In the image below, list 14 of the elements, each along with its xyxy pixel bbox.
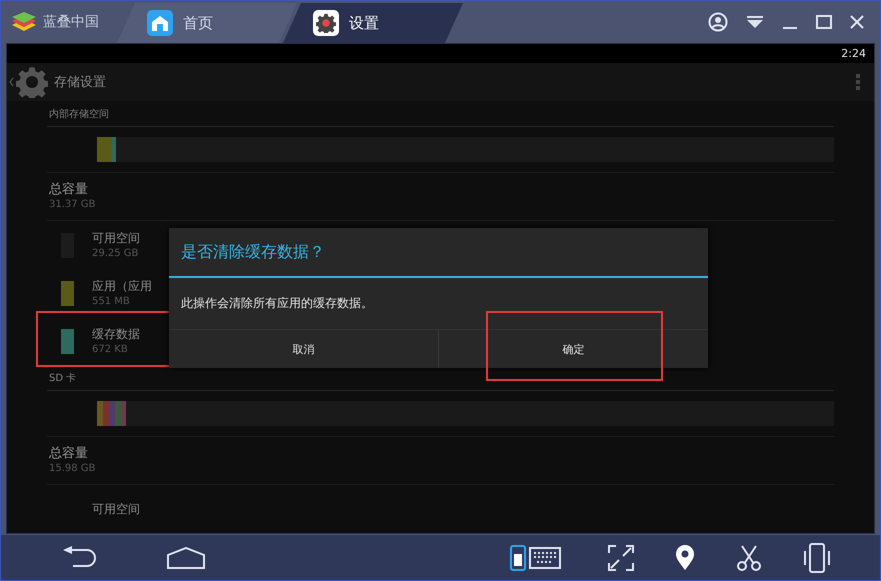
clock: 2:24: [841, 47, 866, 60]
dialog-title: 是否清除缓存数据？: [181, 242, 325, 262]
total-label: 总容量: [49, 181, 89, 198]
section-header: SD 卡: [49, 372, 76, 384]
storage-item-value: 672 KB: [92, 342, 129, 356]
screen-title: 存储设置: [54, 74, 106, 91]
section-header: 内部存储空间: [49, 108, 109, 120]
storage-item-value: 29.25 GB: [92, 246, 140, 260]
app-name: 蓝叠中国: [43, 13, 99, 31]
total-label: 总容量: [49, 445, 89, 462]
storage-item-value: 551 MB: [92, 294, 131, 308]
total-value: 15.98 GB: [49, 462, 96, 476]
dialog-message: 此操作会清除所有应用的缓存数据。: [181, 295, 373, 312]
total-value: 31.37 GB: [49, 198, 96, 212]
